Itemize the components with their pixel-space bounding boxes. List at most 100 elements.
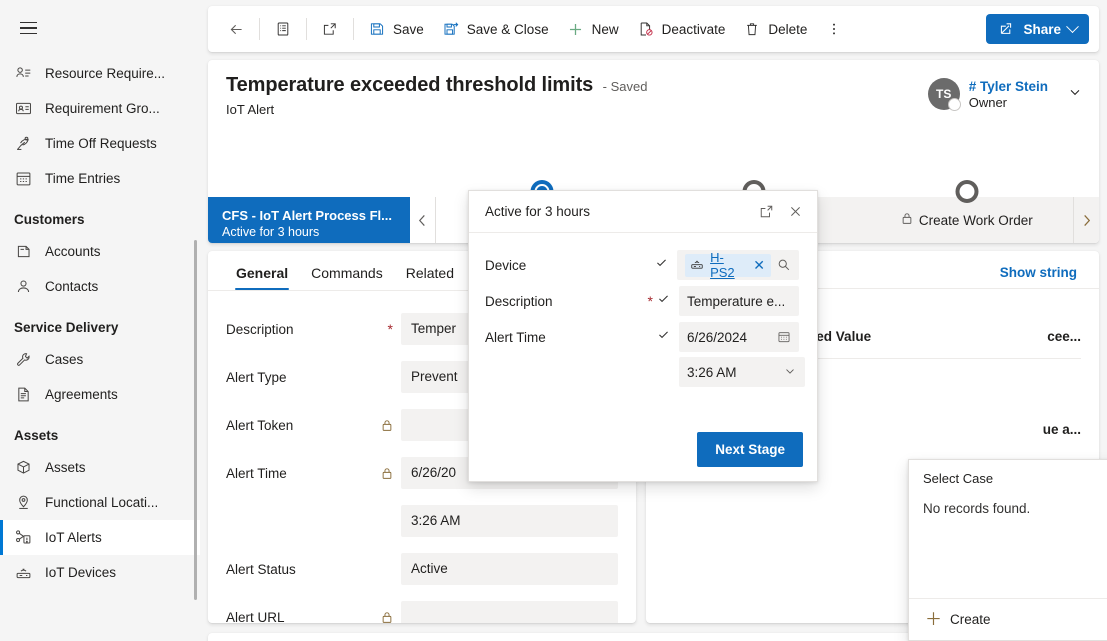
chevron-down-icon xyxy=(1066,19,1079,33)
bpf-next-button[interactable] xyxy=(1073,197,1099,243)
form-selector-button[interactable] xyxy=(265,13,301,45)
label-text: Description xyxy=(226,321,294,337)
open-in-new-icon[interactable] xyxy=(759,204,774,219)
create-label: Create xyxy=(950,612,991,627)
tab-label: Related xyxy=(405,265,454,281)
right-panel-fragment-1: cee... xyxy=(1047,329,1081,344)
new-button[interactable]: New xyxy=(558,13,628,45)
flyout-date-input[interactable]: 6/26/2024 xyxy=(679,322,799,352)
field-label: Alert Time xyxy=(226,466,401,481)
contact-icon xyxy=(14,278,32,296)
alert-time-clock-input[interactable]: 3:26 AM xyxy=(401,505,618,537)
entity-name: IoT Alert xyxy=(226,102,275,117)
label-text: Alert URL xyxy=(226,609,285,624)
tab-related[interactable]: Related xyxy=(396,259,464,290)
flyout-actions xyxy=(759,204,803,219)
iot-device-icon xyxy=(14,564,32,582)
share-button[interactable]: Share xyxy=(986,14,1089,44)
bpf-previous-button[interactable] xyxy=(410,197,436,243)
saved-state: - Saved xyxy=(602,79,648,94)
command-bar: Save Save & Close New Deactivate Delete … xyxy=(208,6,1099,52)
sidebar-scrollbar[interactable] xyxy=(194,240,197,600)
resource-requirement-icon xyxy=(14,65,32,83)
flyout-date-value: 6/26/2024 xyxy=(687,329,748,345)
sidebar-item-resource-requirements[interactable]: Resource Require... xyxy=(0,56,200,91)
device-lookup-input[interactable]: H-PS2 ✕ xyxy=(677,250,799,280)
save-and-close-button[interactable]: Save & Close xyxy=(433,13,558,45)
back-button[interactable] xyxy=(218,13,254,45)
bpf-process-state: Active for 3 hours xyxy=(222,224,320,239)
hamburger-icon[interactable] xyxy=(8,8,48,48)
field-alert-time-clock: 3:26 AM xyxy=(226,497,618,545)
lock-icon xyxy=(381,419,401,432)
show-string-link[interactable]: Show string xyxy=(1000,265,1077,280)
calendar-icon[interactable] xyxy=(777,330,791,344)
tab-label: General xyxy=(236,265,289,281)
field-label: Alert Status xyxy=(226,562,401,577)
device-lookup-value[interactable]: H-PS2 xyxy=(710,250,747,280)
field-label: Alert URL xyxy=(226,609,401,624)
sidebar-item-time-off-requests[interactable]: Time Off Requests xyxy=(0,126,200,161)
sidebar-item-label: IoT Alerts xyxy=(45,530,102,545)
sidebar-item-accounts[interactable]: Accounts xyxy=(0,234,200,269)
save-and-close-label: Save & Close xyxy=(466,21,549,37)
divider xyxy=(306,18,307,40)
sidebar-group-service-delivery: Service Delivery xyxy=(14,320,119,335)
flyout-field-label: Description xyxy=(485,293,553,309)
flyout-time-value: 3:26 AM xyxy=(687,364,737,380)
document-icon xyxy=(14,386,32,404)
next-stage-button[interactable]: Next Stage xyxy=(697,432,803,467)
bpf-process-button[interactable]: CFS - IoT Alert Process Fl... Active for… xyxy=(208,197,410,243)
sidebar-item-iot-devices[interactable]: IoT Devices xyxy=(0,555,200,590)
sidebar-item-requirement-groups[interactable]: Requirement Gro... xyxy=(0,91,200,126)
sidebar-item-label: Requirement Gro... xyxy=(45,101,160,116)
flyout-description-input[interactable]: Temperature e... xyxy=(679,286,799,316)
asset-box-icon xyxy=(14,459,32,477)
search-icon[interactable] xyxy=(777,258,791,272)
avatar: TS xyxy=(927,78,961,111)
sidebar-item-time-entries[interactable]: Time Entries xyxy=(0,161,200,196)
iot-device-icon xyxy=(690,257,704,274)
delete-button[interactable]: Delete xyxy=(734,13,816,45)
chevron-down-icon[interactable] xyxy=(783,364,797,381)
stage-inactive-dot-icon xyxy=(955,180,979,203)
alert-status-input[interactable]: Active xyxy=(401,553,618,585)
new-label: New xyxy=(591,21,619,37)
field-label: Alert Token xyxy=(226,418,401,433)
save-button[interactable]: Save xyxy=(359,13,433,45)
sidebar-item-assets[interactable]: Assets xyxy=(0,450,200,485)
sidebar-item-label: Agreements xyxy=(45,387,118,402)
chevron-down-icon[interactable] xyxy=(1067,84,1083,105)
sidebar-item-contacts[interactable]: Contacts xyxy=(0,269,200,304)
check-icon xyxy=(655,256,668,274)
flyout-time-input[interactable]: 3:26 AM xyxy=(679,357,805,387)
sidebar-item-functional-locations[interactable]: Functional Locati... xyxy=(0,485,200,520)
open-record-button[interactable] xyxy=(312,13,348,45)
dialog-title: Select Case xyxy=(923,471,994,486)
device-lookup-pill[interactable]: H-PS2 ✕ xyxy=(685,250,771,280)
close-icon[interactable] xyxy=(788,204,803,219)
sidebar-item-cases[interactable]: Cases xyxy=(0,342,200,377)
more-commands-button[interactable] xyxy=(816,13,852,45)
label-text: Alert Token xyxy=(226,417,294,433)
bpf-stage-create-work-order[interactable]: Create Work Order xyxy=(861,180,1073,243)
owner-name[interactable]: # Tyler Stein xyxy=(969,79,1048,94)
flyout-field-label: Device xyxy=(485,257,527,273)
tab-general[interactable]: General xyxy=(226,259,298,290)
clear-icon[interactable]: ✕ xyxy=(753,258,765,272)
field-label: Alert Type xyxy=(226,370,401,385)
app-root: Resource Require... Requirement Gro... T… xyxy=(0,0,1107,641)
label-text: Alert Time xyxy=(226,465,287,481)
owner-block[interactable]: TS # Tyler Stein Owner xyxy=(927,74,1083,111)
sidebar-item-agreements[interactable]: Agreements xyxy=(0,377,200,412)
alert-url-input[interactable] xyxy=(401,601,618,623)
tab-commands[interactable]: Commands xyxy=(301,259,393,290)
owner-role-label: Owner xyxy=(968,94,1008,110)
required-indicator-icon: * xyxy=(387,321,393,337)
tab-label: Commands xyxy=(311,265,383,281)
time-off-icon xyxy=(14,135,32,153)
page-title: Temperature exceeded threshold limits xyxy=(226,74,594,96)
sidebar-item-iot-alerts[interactable]: IoT Alerts xyxy=(0,520,200,555)
deactivate-button[interactable]: Deactivate xyxy=(628,13,735,45)
create-button[interactable]: ＋ Create xyxy=(925,611,991,628)
